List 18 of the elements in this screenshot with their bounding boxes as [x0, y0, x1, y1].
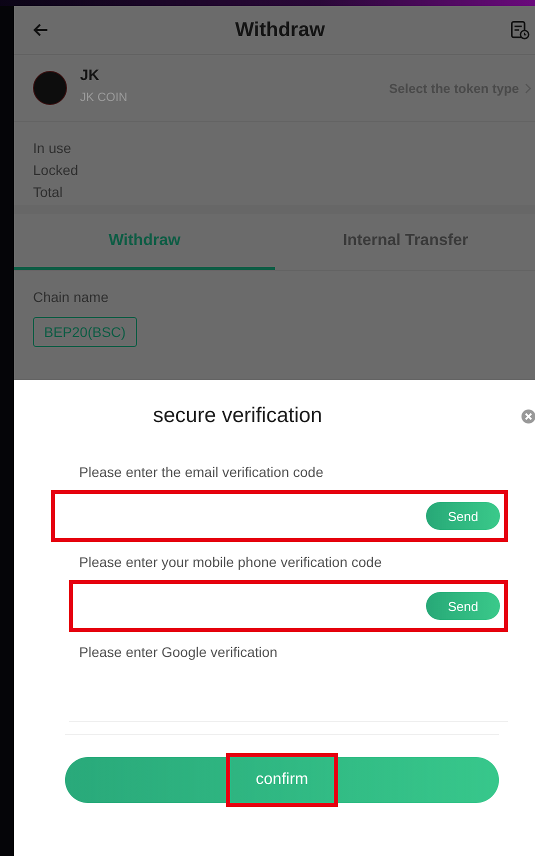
field-label: Please enter your mobile phone verification code [79, 553, 383, 572]
dialog-title: secure verification [153, 404, 322, 428]
balance-label: Locked [33, 162, 80, 178]
balance-label: Total [33, 184, 64, 200]
send-button[interactable]: Send [426, 592, 500, 620]
close-icon[interactable] [521, 408, 535, 424]
field-label: Please enter Google verification [79, 643, 278, 662]
balance-label: In use [33, 140, 72, 156]
send-button[interactable]: Send [426, 502, 500, 530]
token-logo [33, 71, 67, 105]
chain-label: Chain name [33, 289, 110, 305]
field-label: Please enter the email verification code [79, 463, 324, 482]
chain-chip[interactable]: BEP20(BSC) [33, 317, 137, 347]
tab[interactable]: Withdraw [14, 214, 275, 270]
back-arrow-icon[interactable] [32, 21, 50, 39]
token-symbol: JK [80, 66, 100, 84]
history-icon[interactable] [510, 20, 530, 40]
page-title: Withdraw [235, 18, 325, 42]
